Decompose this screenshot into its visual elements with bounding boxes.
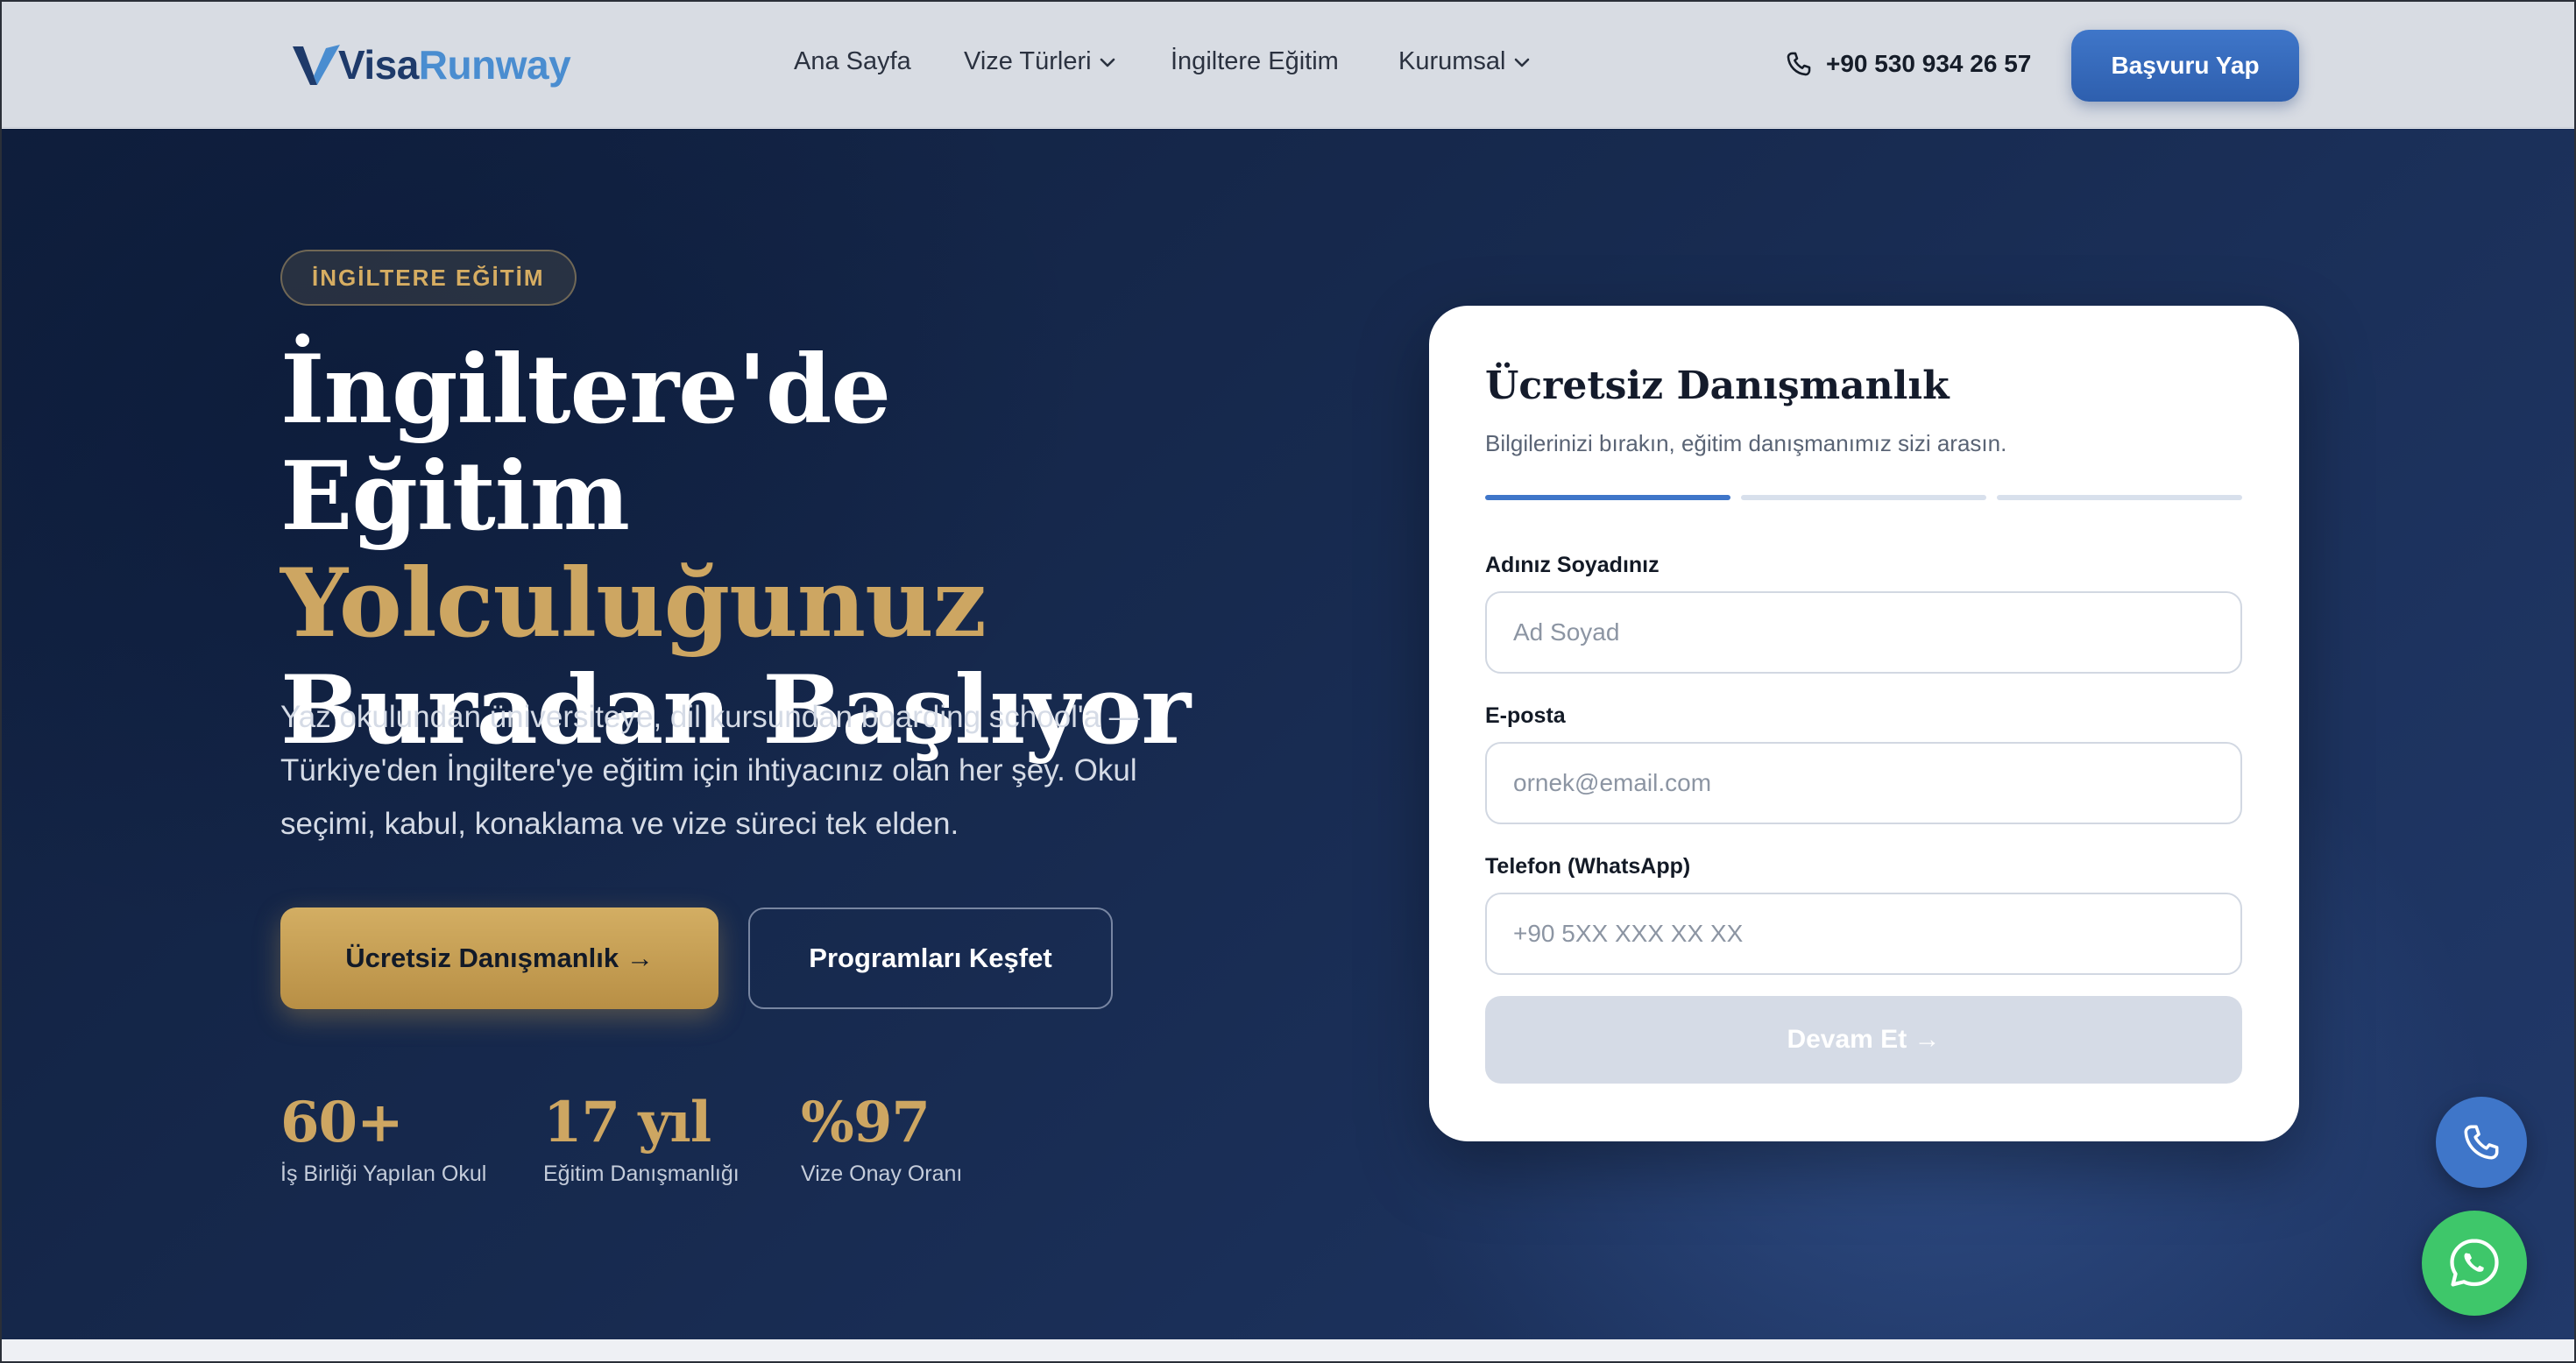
stat-label: Vize Onay Oranı (801, 1162, 963, 1186)
stat-years: 17 yıl Eğitim Danışmanlığı (543, 1088, 740, 1187)
nav-uk-education[interactable]: İngiltere Eğitim (1171, 47, 1339, 76)
chevron-down-icon (1100, 58, 1115, 67)
phone-icon (1787, 52, 1811, 76)
email-label: E-posta (1485, 703, 1566, 728)
stat-label: İş Birliği Yapılan Okul (280, 1162, 487, 1186)
progress-step-1 (1485, 495, 1730, 500)
header-phone-link[interactable]: +90 530 934 26 57 (1784, 49, 2031, 79)
form-subtitle: Bilgilerinizi bırakın, eğitim danışmanım… (1485, 430, 2007, 456)
header-phone-number: +90 530 934 26 57 (1826, 50, 2032, 77)
continue-button[interactable]: Devam Et → (1485, 996, 2242, 1084)
email-input[interactable] (1485, 742, 2242, 824)
name-label: Adınız Soyadınız (1485, 553, 1660, 577)
chevron-down-icon (1514, 58, 1529, 67)
logo-mark-icon (293, 45, 340, 85)
nav-visa-types[interactable]: Vize Türleri (964, 47, 1116, 76)
apply-button[interactable]: Başvuru Yap (2071, 30, 2299, 102)
stat-schools: 60+ İş Birliği Yapılan Okul (280, 1088, 486, 1187)
nav-home[interactable]: Ana Sayfa (794, 47, 911, 76)
phone-input[interactable] (1485, 893, 2242, 975)
nav-corporate-label: Kurumsal (1398, 47, 1506, 75)
logo-text-visa: Visa (338, 42, 419, 88)
nav-home-label: Ana Sayfa (794, 47, 911, 75)
stat-label: Eğitim Danışmanlığı (543, 1162, 740, 1186)
nav-visa-types-label: Vize Türleri (964, 47, 1092, 75)
logo-text-runway: Runway (418, 42, 571, 88)
nav-uk-education-label: İngiltere Eğitim (1171, 47, 1339, 75)
headline-line-2: Yolculuğunuz (280, 548, 987, 659)
logo[interactable]: VisaRunway (291, 39, 571, 91)
next-section-edge (2, 1339, 2574, 1361)
hero-description: Yaz okulundan üniversiteye, dil kursunda… (280, 700, 1140, 841)
progress-step-3 (1997, 495, 2242, 500)
form-title: Ücretsiz Danışmanlık (1485, 364, 1950, 408)
stat-value: %97 (801, 1090, 931, 1155)
stat-approval: %97 Vize Onay Oranı (801, 1088, 962, 1187)
free-consultation-button[interactable]: Ücretsiz Danışmanlık → (280, 907, 718, 1009)
hero-badge: İNGİLTERE EĞİTİM (280, 250, 577, 306)
stat-value: 60+ (280, 1090, 404, 1155)
consultation-form-card: Ücretsiz Danışmanlık Bilgilerinizi bırak… (1429, 306, 2299, 1141)
name-input[interactable] (1485, 591, 2242, 674)
form-progress (1485, 495, 2242, 500)
whatsapp-icon (2450, 1239, 2499, 1287)
floating-call-button[interactable] (2436, 1097, 2527, 1188)
nav-corporate[interactable]: Kurumsal (1398, 47, 1531, 76)
headline-line-1: İngiltere'de Eğitim (280, 335, 891, 552)
progress-step-2 (1741, 495, 1986, 500)
stat-value: 17 yıl (543, 1090, 711, 1155)
phone-icon (2464, 1125, 2499, 1160)
floating-whatsapp-button[interactable] (2422, 1211, 2527, 1316)
navbar: VisaRunway Ana Sayfa Vize Türleri İngilt… (2, 2, 2574, 128)
page: VisaRunway Ana Sayfa Vize Türleri İngilt… (0, 0, 2576, 1363)
phone-label: Telefon (WhatsApp) (1485, 854, 1691, 879)
explore-programs-button[interactable]: Programları Keşfet (748, 907, 1113, 1009)
